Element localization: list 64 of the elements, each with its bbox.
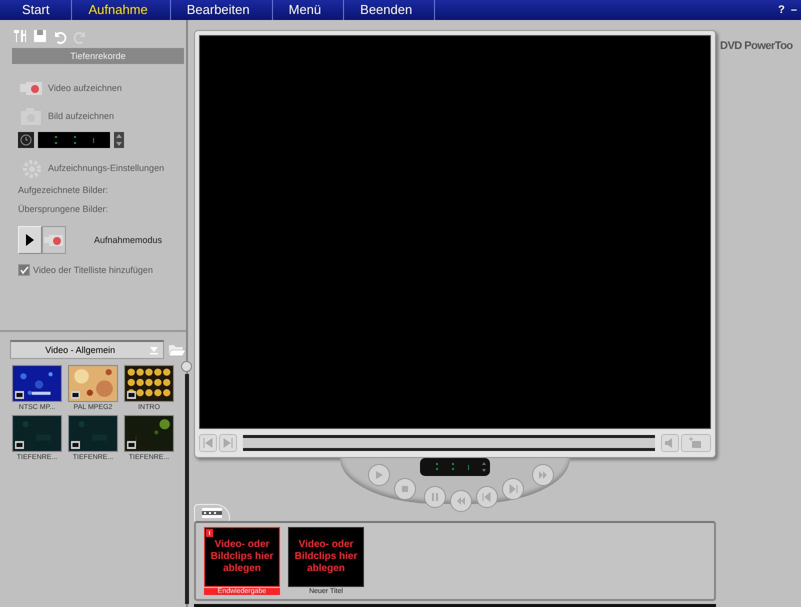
play-icon — [374, 470, 384, 480]
capture-mode-label: Aufnahmemodus — [94, 235, 162, 245]
next-frame-icon — [508, 484, 518, 494]
video-clip-icon — [15, 391, 24, 399]
snapshot-icon — [689, 437, 703, 449]
timecode-display[interactable] — [420, 458, 490, 476]
drop-hint: Video- oder Bildclips hier ablegen — [294, 538, 358, 575]
check-icon — [20, 266, 28, 274]
logo: DVD PowerToo — [720, 40, 793, 52]
save-icon[interactable] — [32, 28, 48, 44]
clock-icon[interactable] — [18, 132, 34, 148]
nav-tab[interactable]: Aufnahme — [76, 0, 171, 20]
volume-button[interactable] — [661, 434, 679, 452]
next-frame-button[interactable] — [502, 478, 524, 500]
video-clip-icon — [127, 391, 136, 399]
skipped-frames-label: Übersprungene Bilder: — [18, 204, 110, 214]
mark-out-button[interactable] — [219, 434, 237, 452]
rewind-icon — [456, 496, 466, 506]
previous-frame-icon — [482, 492, 492, 502]
video-clip-icon — [71, 441, 80, 449]
checkbox-label: Video der Titelliste hinzufügen — [33, 265, 153, 275]
fast-forward-button[interactable] — [532, 464, 554, 486]
play-mode-button[interactable] — [18, 226, 42, 254]
stop-icon — [400, 484, 410, 494]
panel-title: Tiefenrekorde — [12, 48, 184, 64]
play-button[interactable] — [368, 464, 390, 486]
mark-out-icon — [222, 437, 234, 449]
nav-tab[interactable]: Start — [0, 0, 72, 20]
nav-tab[interactable]: Menü — [276, 0, 344, 20]
library-dropdown[interactable]: Video - Allgemein — [10, 340, 164, 359]
scrollbar[interactable] — [184, 374, 188, 604]
settings-button[interactable]: Aufzeichnungs-Einstellungen — [48, 163, 164, 173]
previous-frame-button[interactable] — [476, 486, 498, 508]
fast-forward-icon — [538, 470, 548, 480]
tools-icon[interactable] — [12, 28, 28, 44]
nav-tab[interactable]: Beenden — [348, 0, 436, 20]
nav-tab[interactable]: Bearbeiten — [174, 0, 273, 20]
mark-in-icon — [202, 437, 214, 449]
storyboard-tab[interactable] — [194, 504, 230, 521]
film-strip-icon — [202, 508, 222, 518]
spinner-icon[interactable] — [114, 132, 124, 148]
rewind-button[interactable] — [450, 490, 472, 512]
captured-frames-label: Aufgezeichnete Bilder: — [18, 185, 110, 195]
checkbox[interactable] — [18, 264, 30, 276]
video-clip-icon — [15, 441, 24, 449]
record-video-button[interactable]: Video aufzeichnen — [48, 83, 122, 93]
timeline-bar[interactable] — [243, 435, 655, 451]
window-button[interactable]: ? — [778, 4, 785, 16]
stop-button[interactable] — [394, 478, 416, 500]
drop-hint: Video- oder Bildclips hier ablegen — [210, 538, 274, 575]
video-camera-icon — [44, 233, 64, 247]
marker-icon — [206, 528, 213, 537]
snapshot-button[interactable] — [681, 434, 711, 452]
scroll-thumb[interactable] — [181, 361, 192, 372]
mark-in-button[interactable] — [199, 434, 217, 452]
scrollbar[interactable] — [194, 604, 716, 607]
pause-button[interactable] — [424, 486, 446, 508]
capture-image-button[interactable]: Bild aufzeichnen — [48, 111, 114, 121]
play-icon — [25, 233, 35, 247]
video-clip-icon — [127, 441, 136, 449]
pause-icon — [430, 492, 440, 502]
window-button[interactable]: – — [790, 4, 797, 16]
video-clip-icon — [71, 391, 80, 399]
dropdown-arrow-icon — [149, 345, 160, 355]
